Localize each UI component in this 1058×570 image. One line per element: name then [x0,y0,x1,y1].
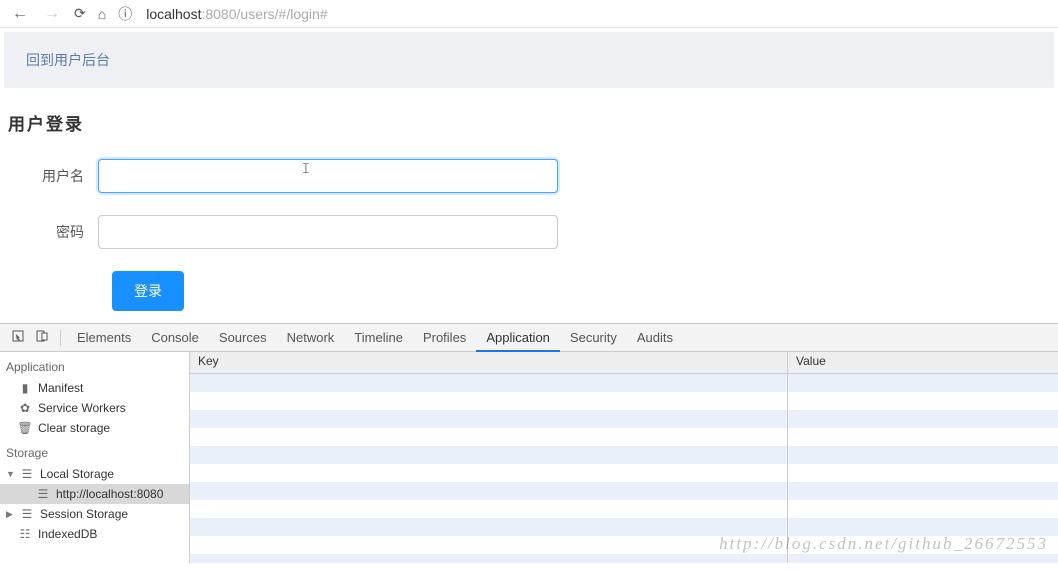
sidebar-item-local-storage[interactable]: ▼ ☰ Local Storage [0,464,189,484]
storage-icon: ☰ [36,487,50,501]
login-button[interactable]: 登录 [112,271,184,311]
back-banner: 回到用户后台 [4,32,1054,88]
table-row[interactable] [190,464,1058,482]
table-row[interactable] [190,410,1058,428]
sidebar-item-label: Clear storage [38,421,110,435]
site-info-icon[interactable]: ⓘ [116,4,134,24]
sidebar-item-label: Manifest [38,381,83,395]
sidebar-item-manifest[interactable]: ▮ Manifest [0,378,189,398]
tab-security[interactable]: Security [560,324,627,352]
chevron-down-icon[interactable]: ▼ [6,469,14,479]
url-path: /users/#/login# [237,6,328,22]
kv-header: Key Value [190,352,1058,374]
key-value-panel: Key Value [190,352,1058,563]
devtools-tab-bar: Elements Console Sources Network Timelin… [0,324,1058,352]
username-row: 用户名 [8,159,1050,193]
url-port: :8080 [201,6,236,22]
table-row[interactable] [190,518,1058,536]
table-row[interactable] [190,536,1058,554]
page-title: 用户登录 [8,110,1050,135]
tab-elements[interactable]: Elements [67,324,141,352]
table-row[interactable] [190,392,1058,410]
file-icon: ▮ [18,381,32,395]
table-row[interactable] [190,554,1058,563]
sidebar-heading-storage: Storage [0,438,189,464]
sidebar-item-service-workers[interactable]: ✿ Service Workers [0,398,189,418]
devtools-body: Application ▮ Manifest ✿ Service Workers… [0,352,1058,563]
login-content: 用户登录 用户名 密码 登录 [0,92,1058,323]
gear-icon: ✿ [18,401,32,415]
password-input[interactable] [98,215,558,249]
back-button[interactable]: ← [8,5,32,23]
sidebar-item-label: Session Storage [40,507,128,521]
tab-profiles[interactable]: Profiles [413,324,476,352]
address-bar[interactable]: localhost:8080/users/#/login# [142,6,1050,22]
storage-icon: ☰ [20,507,34,521]
separator [60,330,61,346]
sidebar-heading-application: Application [0,352,189,378]
tab-sources[interactable]: Sources [209,324,277,352]
sidebar-item-indexeddb[interactable]: ☷ IndexedDB [0,524,189,544]
url-host: localhost [146,6,201,22]
device-toggle-icon[interactable] [30,330,54,345]
username-input[interactable] [98,159,558,193]
browser-toolbar: ← → ⟳ ⌂ ⓘ localhost:8080/users/#/login# [0,0,1058,28]
table-row[interactable] [190,446,1058,464]
inspect-icon[interactable] [6,330,30,345]
sidebar-item-label: Local Storage [40,467,114,481]
kv-key-header[interactable]: Key [190,352,788,373]
kv-value-header[interactable]: Value [788,352,1058,373]
password-row: 密码 [8,215,1050,249]
tab-console[interactable]: Console [141,324,209,352]
sidebar-item-label: Service Workers [38,401,126,415]
application-sidebar: Application ▮ Manifest ✿ Service Workers… [0,352,190,563]
reload-icon[interactable]: ⟳ [72,5,88,22]
sidebar-item-label: IndexedDB [38,527,97,541]
tab-application[interactable]: Application [476,324,560,352]
database-icon: ☷ [18,527,32,541]
home-icon[interactable]: ⌂ [96,6,108,22]
tab-audits[interactable]: Audits [627,324,683,352]
table-row[interactable] [190,374,1058,392]
sidebar-item-local-storage-origin[interactable]: ☰ http://localhost:8080 [0,484,189,504]
forward-button: → [40,5,64,23]
trash-icon: 🗑 [18,421,32,435]
table-row[interactable] [190,428,1058,446]
back-to-admin-link[interactable]: 回到用户后台 [26,52,110,68]
table-row[interactable] [190,500,1058,518]
sidebar-item-label: http://localhost:8080 [56,487,163,501]
table-row[interactable] [190,482,1058,500]
devtools-panel: Elements Console Sources Network Timelin… [0,323,1058,563]
password-label: 密码 [8,222,98,242]
kv-rows [190,374,1058,563]
chevron-right-icon[interactable]: ▶ [6,509,14,520]
tab-timeline[interactable]: Timeline [344,324,413,352]
username-label: 用户名 [8,166,98,186]
sidebar-item-clear-storage[interactable]: 🗑 Clear storage [0,418,189,438]
tab-network[interactable]: Network [277,324,345,352]
storage-icon: ☰ [20,467,34,481]
sidebar-item-session-storage[interactable]: ▶ ☰ Session Storage [0,504,189,524]
